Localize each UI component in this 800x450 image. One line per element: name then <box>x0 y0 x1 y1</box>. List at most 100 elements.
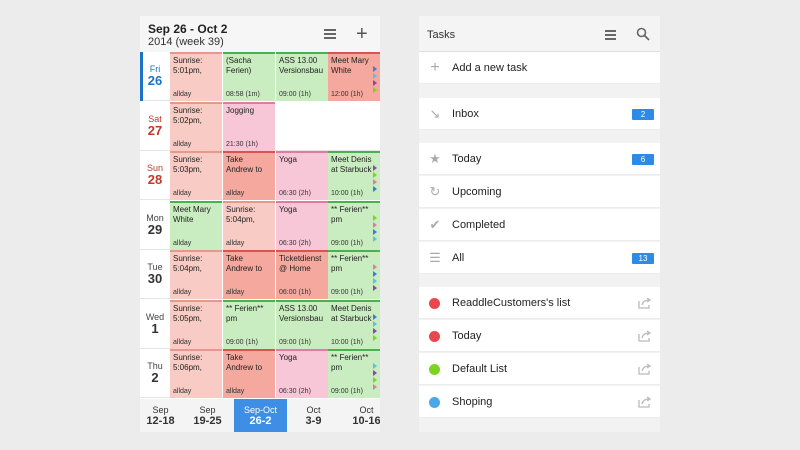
event-title: (Sacha Ferien) <box>226 56 252 75</box>
smart-list-today[interactable]: ★ Today 6 <box>419 143 660 175</box>
day-label: Wed 1 <box>140 300 170 349</box>
calendar-event[interactable]: Sunrise: 5:05pm, allday <box>170 299 222 349</box>
share-icon[interactable] <box>638 330 652 342</box>
more-marker <box>373 66 377 72</box>
task-list-item[interactable]: ReaddleCustomers's list <box>419 287 660 319</box>
day-row[interactable]: Fri 26 Sunrise: 5:01pm, allday (Sacha Ferien… <box>140 52 380 101</box>
share-icon[interactable] <box>638 363 652 375</box>
calendar-event[interactable]: Yoga 06:30 (2h) <box>276 200 328 250</box>
calendar-event[interactable]: Sunrise: 5:04pm, allday <box>223 200 275 250</box>
calendar-event[interactable]: Jogging 21:30 (1h) <box>223 101 275 151</box>
event-time: 08:58 (1m) <box>226 91 260 98</box>
week-tab[interactable]: Sep-Oct 26-2 <box>234 399 287 432</box>
event-title: Meet Mary White <box>173 204 211 224</box>
event-time: allday <box>173 140 192 148</box>
day-row[interactable]: Sat 27 Sunrise: 5:02pm, allday Jogging 21:30 … <box>140 101 380 151</box>
calendar-event[interactable]: Yoga 06:30 (2h) <box>276 151 328 200</box>
event-time: 09:00 (1h) <box>279 338 311 346</box>
more-marker <box>373 271 377 277</box>
more-events-indicator[interactable] <box>373 363 379 391</box>
event-time: 12:00 (1h) <box>331 91 363 98</box>
calendar-event[interactable]: Ticketdienst @ Home 06:00 (1h) <box>276 250 328 299</box>
week-tab[interactable]: Sep 12-18 <box>140 399 181 432</box>
menu-icon[interactable] <box>605 30 616 40</box>
more-marker <box>373 165 377 171</box>
calendar-event[interactable]: Take Andrew to allday <box>223 151 275 200</box>
day-label: Tue 30 <box>140 250 170 299</box>
smart-list-upcoming[interactable]: ↻ Upcoming <box>419 176 660 208</box>
search-icon[interactable] <box>636 27 650 41</box>
week-tab[interactable]: Oct 10-16 <box>340 399 380 432</box>
smart-list-inbox[interactable]: ↘ Inbox 2 <box>419 98 660 130</box>
calendar-event[interactable]: Sunrise: 5:06pm, allday <box>170 349 222 398</box>
share-icon[interactable] <box>638 297 652 309</box>
list-label: Shoping <box>452 396 493 408</box>
list-icon: ☰ <box>429 250 441 265</box>
event-title: ** Ferien** pm <box>331 353 369 372</box>
calendar-event[interactable]: Sunrise: 5:01pm, allday <box>170 52 222 101</box>
smart-list-all[interactable]: ☰ All 13 <box>419 242 660 274</box>
more-events-indicator[interactable] <box>373 313 379 342</box>
calendar-event[interactable]: Meet Mary White allday <box>170 200 222 250</box>
add-event-button[interactable]: + <box>356 24 368 44</box>
event-title: ASS 13.00 Versionsbau <box>279 56 324 75</box>
calendar-event[interactable]: Yoga 06:30 (2h) <box>276 349 328 398</box>
tasks-panel: Tasks + Add a new task ↘ Inbox 2 ★ Today 6 ↻ Up… <box>419 16 660 432</box>
count-badge: 6 <box>632 154 654 165</box>
event-time: 06:00 (1h) <box>279 289 311 296</box>
calendar-event[interactable]: Sunrise: 5:04pm, allday <box>170 250 222 299</box>
task-list-item[interactable]: Today <box>419 320 660 352</box>
day-row[interactable]: Sun 28 Sunrise: 5:03pm, allday Take Andrew t… <box>140 151 380 200</box>
day-number: 30 <box>147 271 163 286</box>
more-events-indicator[interactable] <box>373 165 379 193</box>
list-label: Today <box>452 330 482 342</box>
more-marker <box>373 313 377 320</box>
day-label: Thu 2 <box>140 349 170 398</box>
calendar-event[interactable]: (Sacha Ferien) 08:58 (1m) <box>223 52 275 101</box>
day-row[interactable]: Mon 29 Meet Mary White allday Sunrise: 5:04p… <box>140 200 380 250</box>
day-row[interactable]: Wed 1 Sunrise: 5:05pm, allday ** Ferien** pm… <box>140 299 380 349</box>
day-number: 28 <box>147 172 163 187</box>
calendar-event[interactable]: Sunrise: 5:02pm, allday <box>170 101 222 151</box>
plus-icon: + <box>430 59 440 76</box>
event-time: 21:30 (1h) <box>226 140 258 148</box>
share-icon[interactable] <box>638 396 652 408</box>
event-time: allday <box>226 239 245 247</box>
more-events-indicator[interactable] <box>373 214 379 243</box>
calendar-event[interactable]: Take Andrew to allday <box>223 349 275 398</box>
more-marker <box>373 370 377 376</box>
menu-icon[interactable] <box>324 29 336 39</box>
day-number: 29 <box>147 221 163 237</box>
event-time: 09:00 (1h) <box>331 239 363 247</box>
more-marker <box>373 363 377 369</box>
day-number: 26 <box>147 73 163 88</box>
smart-list-completed[interactable]: ✔ Completed <box>419 209 660 241</box>
add-task-row[interactable]: + Add a new task <box>419 52 660 84</box>
task-list-item[interactable]: Default List <box>419 353 660 385</box>
calendar-event[interactable]: ** Ferien** pm 09:00 (1h) <box>223 299 275 349</box>
event-time: 09:00 (1h) <box>279 91 311 98</box>
task-list-item[interactable]: Shoping <box>419 386 660 418</box>
week-tab[interactable]: Sep 19-25 <box>181 399 234 432</box>
day-row[interactable]: Thu 2 Sunrise: 5:06pm, allday Take Andrew to… <box>140 349 380 398</box>
event-title: ** Ferien** pm <box>331 254 369 273</box>
calendar-event[interactable]: ASS 13.00 Versionsbau 09:00 (1h) <box>276 52 328 101</box>
list-label: ReaddleCustomers's list <box>452 297 571 309</box>
more-marker <box>373 384 377 390</box>
repeat-icon: ↻ <box>429 184 441 199</box>
calendar-panel: Sep 26 - Oct 2 2014 (week 39) + Fri 26 Sun… <box>140 16 380 432</box>
week-tab[interactable]: Oct 3-9 <box>287 399 340 432</box>
day-label: Sat 27 <box>140 102 170 151</box>
tasks-header: Tasks <box>419 16 660 52</box>
more-events-indicator[interactable] <box>373 66 379 94</box>
day-name: Mon <box>146 212 164 223</box>
calendar-event[interactable]: ASS 13.00 Versionsbau 09:00 (1h) <box>276 299 328 349</box>
calendar-event[interactable]: Take Andrew to allday <box>223 250 275 299</box>
event-title: Meet Mary White <box>331 56 369 75</box>
calendar-event[interactable]: Sunrise: 5:03pm, allday <box>170 151 222 200</box>
more-events-indicator[interactable] <box>373 264 379 292</box>
more-marker <box>373 264 377 270</box>
week-selector: Sep 12-18 Sep 19-25 Sep-Oct 26-2 Oct 3-9 Oct 10-1… <box>140 399 380 432</box>
day-row[interactable]: Tue 30 Sunrise: 5:04pm, allday Take Andrew t… <box>140 250 380 299</box>
more-marker <box>373 327 377 334</box>
